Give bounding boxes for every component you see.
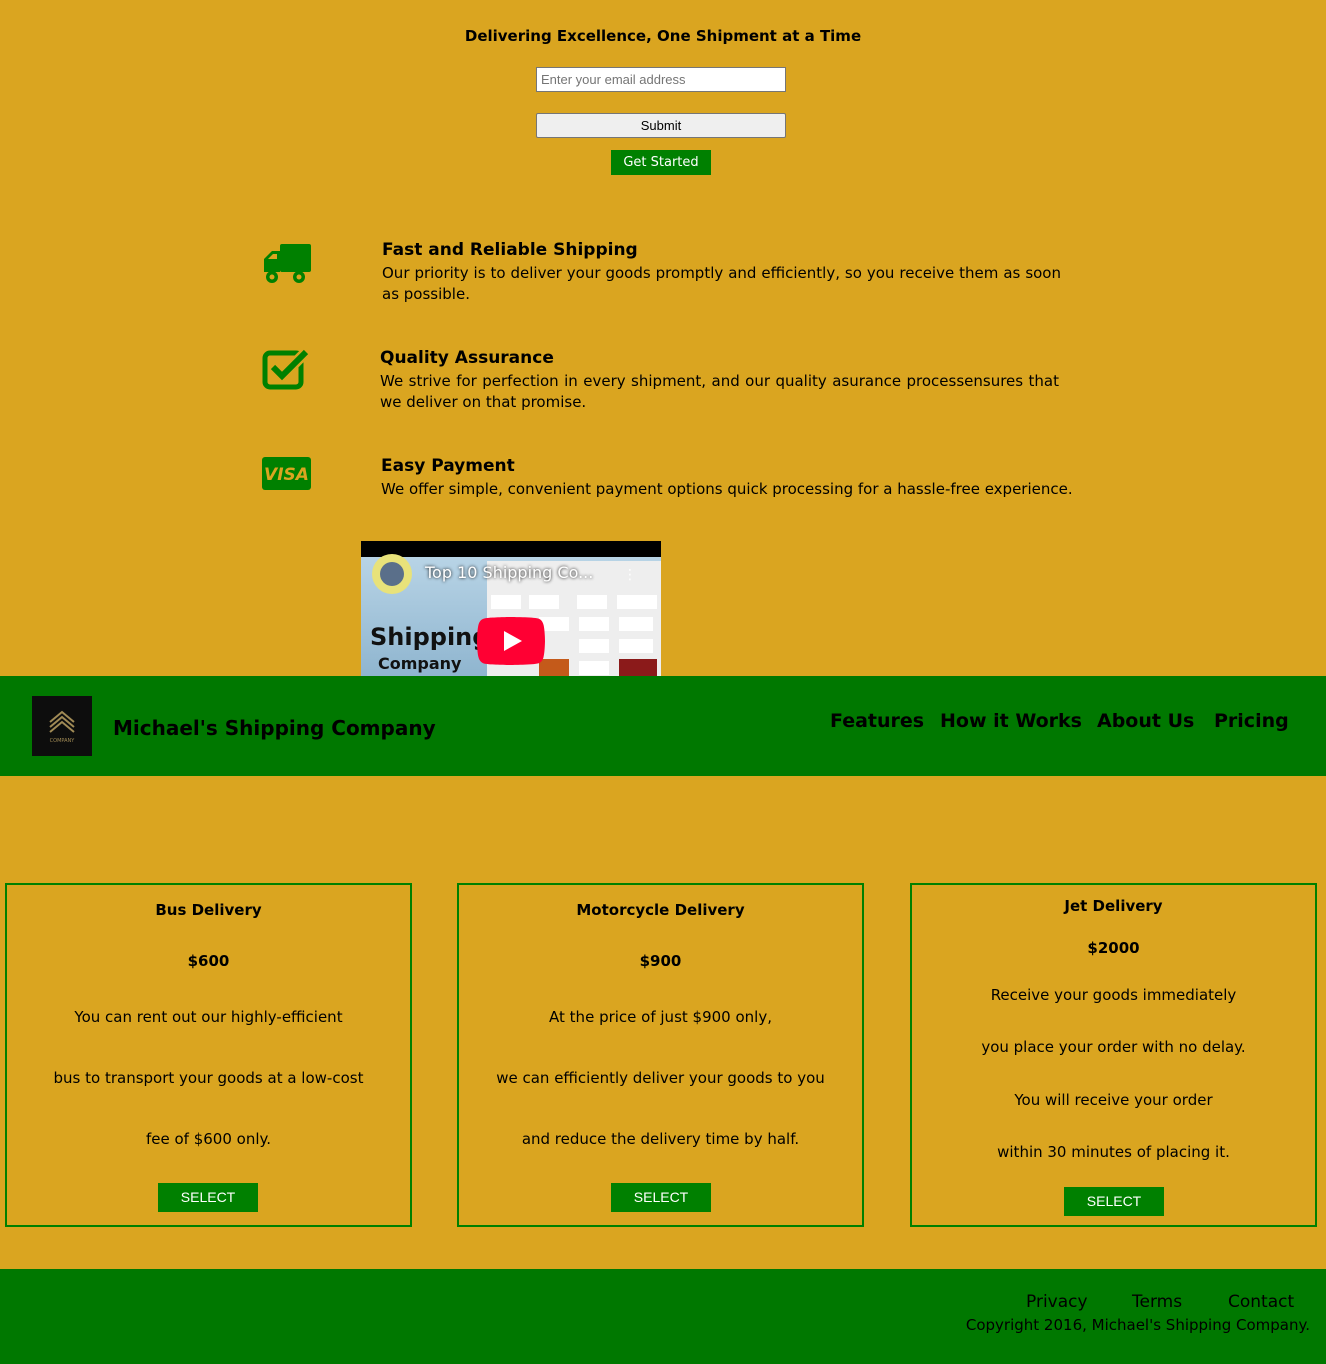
plan-description: fee of $600 only. (145, 1130, 272, 1148)
plan-description: At the price of just $900 only, (549, 1008, 772, 1026)
feature-text: We strive for perfection in every shipme… (380, 372, 1059, 411)
site-footer: Privacy Terms Contact Copyright 2016, Mi… (0, 1269, 1326, 1364)
logo-text: COMPANY (50, 738, 76, 744)
plan-description: within 30 minutes of placing it. (997, 1143, 1230, 1161)
plan-name: Motorcycle Delivery (576, 901, 745, 919)
plan-description: Receive your goods immediately (990, 986, 1237, 1004)
plan-price: $2000 (1087, 939, 1140, 957)
company-logo[interactable]: COMPANY (32, 696, 92, 756)
plan-name: Bus Delivery (155, 901, 262, 919)
email-input[interactable] (536, 67, 786, 92)
feature-text: Our priority is to deliver your goods pr… (382, 264, 1061, 303)
site-header: COMPANY Michael's Shipping Company Featu… (0, 676, 1326, 776)
play-icon[interactable] (477, 617, 545, 665)
plan-name: Jet Delivery (1064, 897, 1163, 915)
video-thumb-text: Shipping (370, 623, 490, 651)
footer-link-contact[interactable]: Contact (1228, 1292, 1294, 1312)
plan-description: we can efficiently deliver your goods to… (496, 1069, 825, 1087)
footer-link-privacy[interactable]: Privacy (1026, 1292, 1088, 1312)
select-button[interactable]: SELECT (158, 1183, 258, 1212)
brand-name: Michael's Shipping Company (113, 716, 436, 740)
feature-title: Quality Assurance (380, 348, 554, 368)
plan-price: $600 (187, 952, 230, 970)
submit-button[interactable]: Submit (536, 113, 786, 138)
plan-description: You will receive your order (1014, 1091, 1213, 1109)
get-started-button[interactable]: Get Started (611, 150, 711, 175)
plan-description: bus to transport your goods at a low-cos… (53, 1069, 364, 1087)
select-button[interactable]: SELECT (611, 1183, 711, 1212)
plan-description: you place your order with no delay. (981, 1038, 1246, 1056)
select-button[interactable]: SELECT (1064, 1187, 1164, 1216)
video-title[interactable]: Top 10 Shipping Co... (425, 563, 593, 582)
svg-text:VISA: VISA (264, 465, 309, 485)
video-embed[interactable]: Top 10 Shipping Co... ⋮ Shipping Company (361, 541, 661, 676)
plan-description: You can rent out our highly-efficient (74, 1008, 343, 1026)
nav-features[interactable]: Features (830, 710, 924, 732)
visa-icon: VISA (262, 457, 312, 495)
feature-title: Easy Payment (381, 456, 515, 476)
video-channel-icon (372, 554, 412, 594)
feature-title: Fast and Reliable Shipping (382, 240, 638, 260)
footer-link-terms[interactable]: Terms (1132, 1292, 1182, 1312)
plan-price: $900 (639, 952, 682, 970)
check-square-icon (262, 348, 312, 395)
truck-icon (262, 243, 312, 289)
feature-text: We offer simple, convenient payment opti… (381, 480, 1073, 498)
nav-about-us[interactable]: About Us (1097, 710, 1194, 732)
nav-pricing[interactable]: Pricing (1214, 710, 1289, 732)
more-options-icon[interactable]: ⋮ (623, 567, 637, 583)
pricing-card-bus: Bus Delivery $600 You can rent out our h… (5, 883, 412, 1227)
pricing-card-motorcycle: Motorcycle Delivery $900 At the price of… (457, 883, 864, 1227)
nav-how-it-works[interactable]: How it Works (940, 710, 1082, 732)
hero-tagline: Delivering Excellence, One Shipment at a… (464, 27, 862, 45)
copyright-text: Copyright 2016, Michael's Shipping Compa… (965, 1316, 1310, 1334)
plan-description: and reduce the delivery time by half. (521, 1130, 800, 1148)
video-thumb-text: Company (378, 654, 462, 673)
pricing-card-jet: Jet Delivery $2000 Receive your goods im… (910, 883, 1317, 1227)
